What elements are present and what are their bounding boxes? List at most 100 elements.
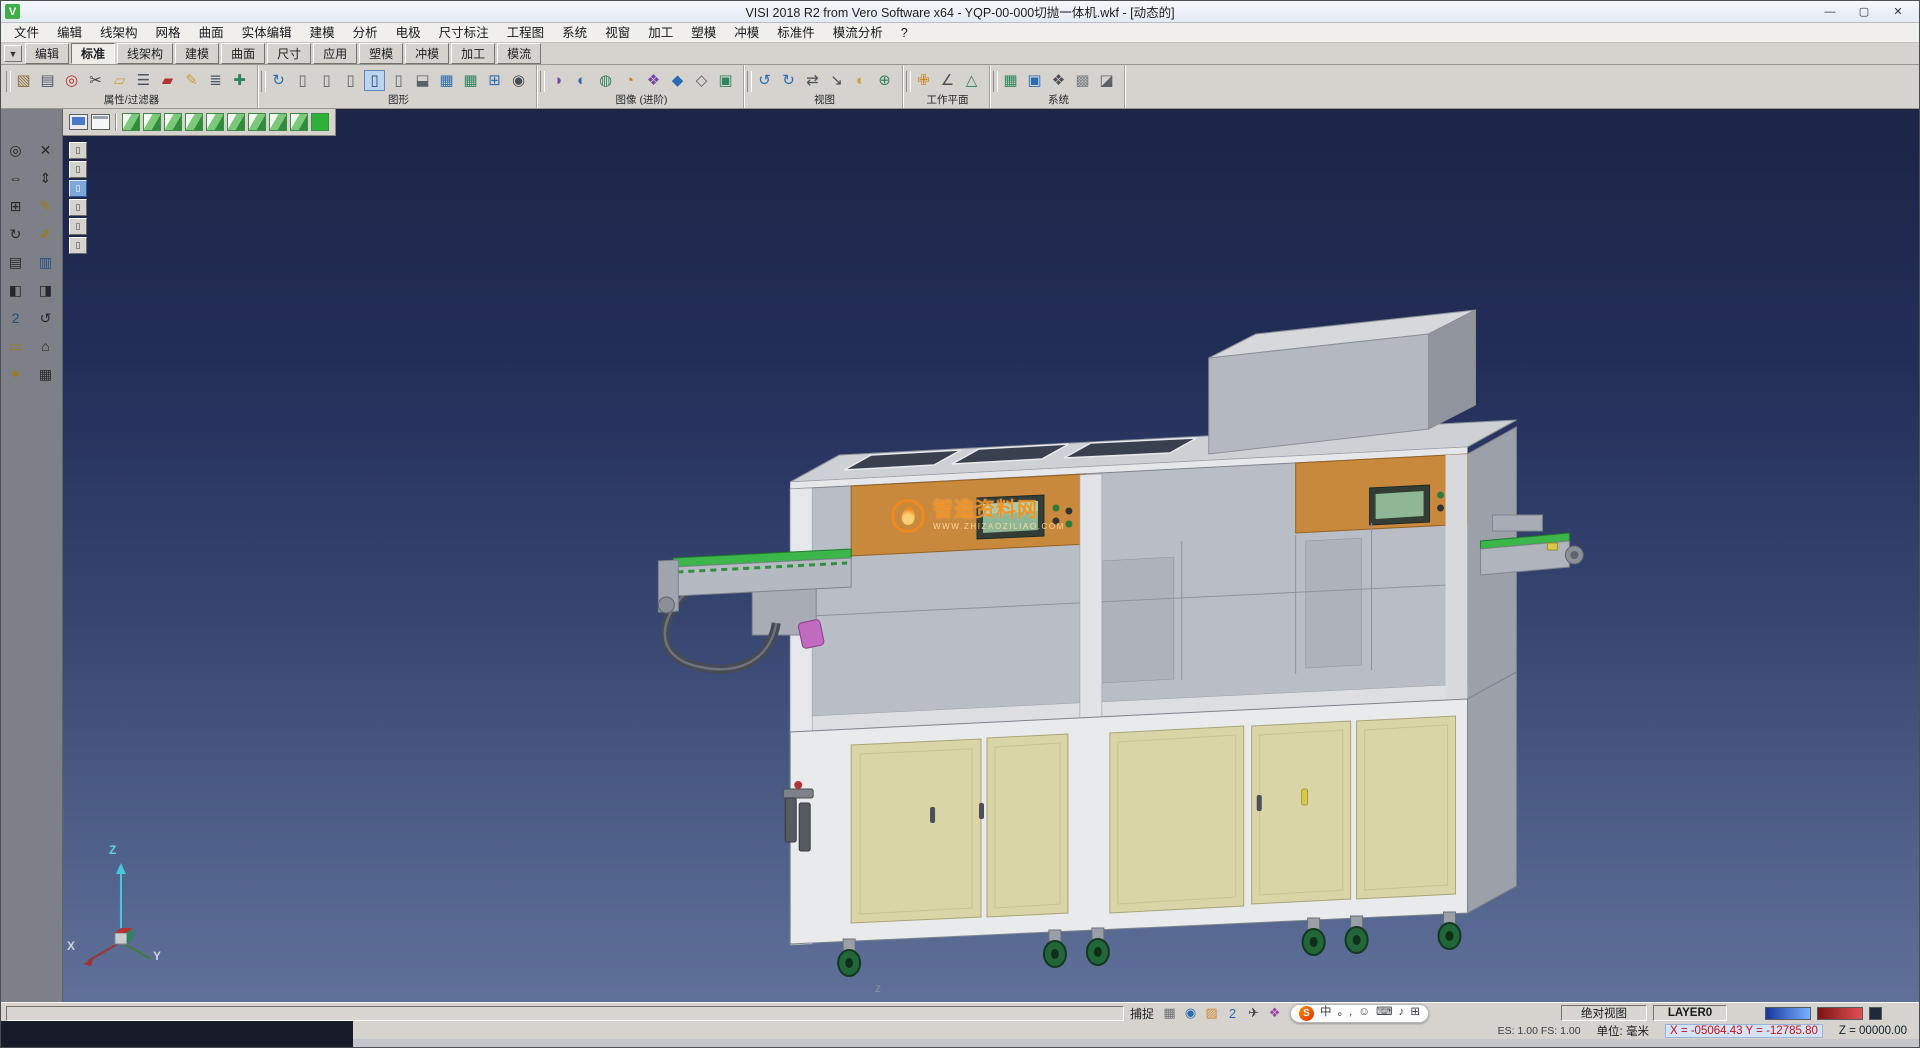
- viewport-3d[interactable]: ▯▯▯▯▯▯ 智造资料网 WWW.ZHIZAOZILIAO.COM Z X Y …: [63, 109, 1919, 1002]
- iso-view-cube-button[interactable]: [227, 113, 245, 131]
- stack-icon[interactable]: ≣: [205, 70, 226, 91]
- render-icon[interactable]: ◍: [595, 70, 616, 91]
- wire-icon[interactable]: ◇: [691, 70, 712, 91]
- status-icon[interactable]: ◉: [1181, 1005, 1200, 1022]
- ime-button[interactable]: 。,: [1338, 1007, 1353, 1019]
- left-tool-icon[interactable]: ✎: [35, 195, 57, 217]
- menu-item[interactable]: 建模: [301, 23, 344, 43]
- pan-icon[interactable]: ⇄: [802, 70, 823, 91]
- grid-icon[interactable]: ⊞: [484, 70, 505, 91]
- left-tool-icon[interactable]: ⇕: [35, 167, 57, 189]
- view-mode-field[interactable]: 绝对视图: [1561, 1005, 1647, 1021]
- left-tool-icon[interactable]: ↺: [35, 307, 57, 329]
- plane-icon[interactable]: △: [961, 70, 982, 91]
- menu-item[interactable]: 视窗: [596, 23, 639, 43]
- ime-logo-icon[interactable]: S: [1299, 1006, 1314, 1021]
- iso-view-cube-button[interactable]: [290, 113, 308, 131]
- table-green-icon[interactable]: ▦: [460, 70, 481, 91]
- table-blue-icon[interactable]: ▦: [436, 70, 457, 91]
- cut-icon[interactable]: ✂: [85, 70, 106, 91]
- tab[interactable]: 模流: [497, 43, 541, 64]
- clip-view-button[interactable]: ▯: [69, 161, 87, 178]
- shade-left-icon[interactable]: ◐: [571, 70, 592, 91]
- status-icon[interactable]: ▦: [1160, 1005, 1179, 1022]
- monitor-icon[interactable]: ▣: [1024, 70, 1045, 91]
- rotate-cw-icon[interactable]: ↻: [778, 70, 799, 91]
- add-icon[interactable]: ✚: [229, 70, 250, 91]
- texture-icon[interactable]: ▣: [715, 70, 736, 91]
- menu-item[interactable]: 模流分析: [824, 23, 892, 43]
- left-tool-icon[interactable]: ✦: [5, 363, 27, 385]
- ime-button[interactable]: ☺: [1358, 1007, 1370, 1019]
- menu-item[interactable]: 曲面: [190, 23, 233, 43]
- left-tool-icon[interactable]: ⌂: [35, 335, 57, 357]
- gem-icon[interactable]: ❖: [643, 70, 664, 91]
- left-tool-icon[interactable]: ◎: [5, 139, 27, 161]
- tab[interactable]: 应用: [313, 43, 357, 64]
- menu-item[interactable]: 线架构: [91, 23, 147, 43]
- dynamic-view-icon[interactable]: ◐: [850, 70, 871, 91]
- snapshot-icon[interactable]: ◉: [508, 70, 529, 91]
- red-swatch[interactable]: [1817, 1007, 1863, 1020]
- menu-item[interactable]: 系统: [553, 23, 596, 43]
- menu-item[interactable]: 加工: [639, 23, 682, 43]
- tab[interactable]: 尺寸: [267, 43, 311, 64]
- linestyle-3-icon[interactable]: ▯: [340, 70, 361, 91]
- edit-pencil-icon[interactable]: ✎: [181, 70, 202, 91]
- snap-toggle[interactable]: 捕捉: [1130, 1005, 1154, 1022]
- status-icon[interactable]: ✈: [1244, 1005, 1263, 1022]
- clip-view-button[interactable]: ▯: [69, 199, 87, 216]
- menu-item[interactable]: 文件: [5, 23, 48, 43]
- ime-button[interactable]: ♪: [1399, 1007, 1405, 1019]
- hatch-icon[interactable]: ▩: [1072, 70, 1093, 91]
- refresh-icon[interactable]: ↻: [268, 70, 289, 91]
- left-tool-icon[interactable]: ▥: [35, 251, 57, 273]
- status-icon[interactable]: 2: [1223, 1005, 1242, 1022]
- menu-item[interactable]: 工程图: [498, 23, 554, 43]
- shaded-view-button[interactable]: [69, 114, 88, 130]
- tab[interactable]: 冲模: [405, 43, 449, 64]
- left-tool-icon[interactable]: ⇔: [5, 167, 27, 189]
- tab[interactable]: 加工: [451, 43, 495, 64]
- menu-item[interactable]: 塑模: [682, 23, 725, 43]
- iso-view-cube-button[interactable]: [248, 113, 266, 131]
- window-view-button[interactable]: [91, 114, 110, 130]
- shade-half-icon[interactable]: ◑: [547, 70, 568, 91]
- status-icon[interactable]: ▨: [1202, 1005, 1221, 1022]
- ime-button[interactable]: 中: [1320, 1007, 1332, 1019]
- settings-icon[interactable]: ❖: [1048, 70, 1069, 91]
- linestyle-4-icon[interactable]: ▯: [388, 70, 409, 91]
- menu-item[interactable]: 标准件: [768, 23, 824, 43]
- solid-icon[interactable]: ◆: [667, 70, 688, 91]
- system-grid-icon[interactable]: ▦: [1000, 70, 1021, 91]
- menu-item[interactable]: 冲模: [725, 23, 768, 43]
- clip-view-button[interactable]: ▯: [69, 237, 87, 254]
- list-icon[interactable]: ☰: [133, 70, 154, 91]
- clip-view-button[interactable]: ▯: [69, 142, 87, 159]
- left-tool-icon[interactable]: ✐: [35, 223, 57, 245]
- filter-icon[interactable]: ◎: [61, 70, 82, 91]
- tab[interactable]: 曲面: [221, 43, 265, 64]
- iso-view-cube-button[interactable]: [164, 113, 182, 131]
- workplane-icon[interactable]: ✙: [913, 70, 934, 91]
- rotate-ccw-icon[interactable]: ↺: [754, 70, 775, 91]
- angle-icon[interactable]: ∠: [937, 70, 958, 91]
- menu-item[interactable]: ?: [892, 23, 917, 43]
- dark-swatch[interactable]: [1869, 1007, 1882, 1020]
- left-tool-icon[interactable]: ↻: [5, 223, 27, 245]
- left-tool-icon[interactable]: ◧: [5, 279, 27, 301]
- tab[interactable]: 塑模: [359, 43, 403, 64]
- iso-view-cube-button[interactable]: [311, 113, 329, 131]
- left-tool-icon[interactable]: ▭: [5, 335, 27, 357]
- tab[interactable]: 线架构: [117, 43, 173, 64]
- clip-view-button[interactable]: ▯: [69, 180, 87, 197]
- copy-attributes-icon[interactable]: ▤: [37, 70, 58, 91]
- clip-view-button[interactable]: ▯: [69, 218, 87, 235]
- menu-item[interactable]: 网格: [147, 23, 190, 43]
- menu-item[interactable]: 分析: [344, 23, 387, 43]
- linestyle-active-icon[interactable]: ▯: [364, 70, 385, 91]
- menu-item[interactable]: 实体编辑: [233, 23, 301, 43]
- slope-icon[interactable]: ◪: [1096, 70, 1117, 91]
- left-tool-icon[interactable]: ◨: [35, 279, 57, 301]
- iso-view-cube-button[interactable]: [122, 113, 140, 131]
